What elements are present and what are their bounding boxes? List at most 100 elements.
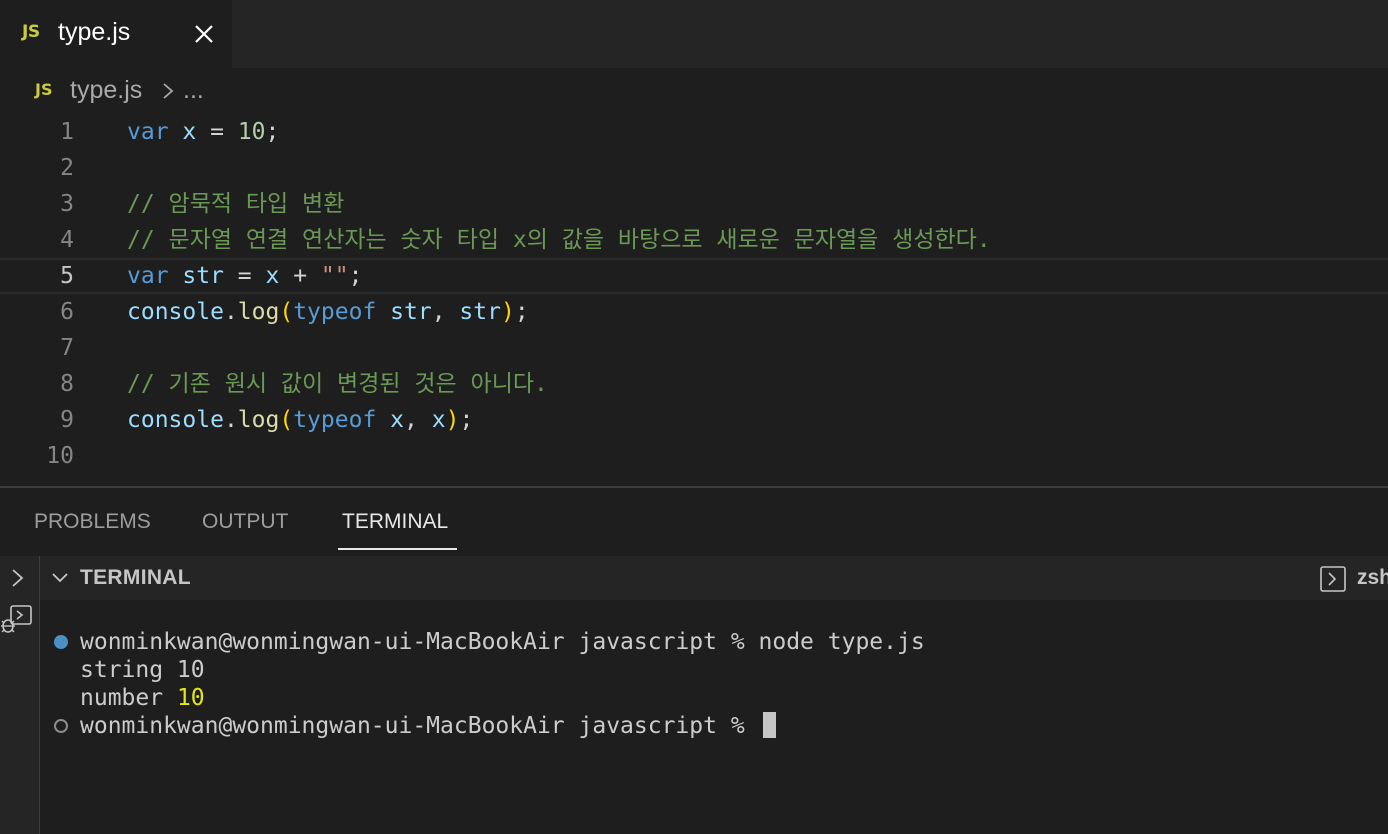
chevron-right-icon <box>163 83 174 99</box>
code-line[interactable]: 5 var str = x + ""; <box>0 258 1388 294</box>
js-file-icon: JS <box>35 80 53 99</box>
terminal-cursor <box>762 712 776 738</box>
code-token: log <box>237 299 280 325</box>
code-text: var x = 10; <box>127 114 279 150</box>
line-number: 1 <box>60 119 74 145</box>
code-text: var str = x + ""; <box>127 260 362 292</box>
code-token: , <box>431 299 460 325</box>
code-line[interactable]: 2 <box>0 150 1388 186</box>
terminal-header: TERMINAL zsh <box>40 556 1388 600</box>
line-number: 10 <box>46 443 74 469</box>
line-number: 9 <box>60 407 74 433</box>
code-token: ; <box>265 119 280 145</box>
code-token: . <box>223 407 238 433</box>
code-token: ; <box>348 263 363 289</box>
code-line[interactable]: 4 // 문자열 연결 연산자는 숫자 타입 x의 값을 바탕으로 새로운 문자열… <box>0 222 1388 258</box>
code-token: x <box>431 407 446 433</box>
terminal-line: number 10 <box>80 684 205 712</box>
code-token: log <box>237 407 280 433</box>
code-token: console <box>127 407 224 433</box>
code-token: typeof <box>293 407 377 433</box>
terminal-shell-label[interactable]: zsh <box>1357 566 1388 590</box>
code-token: // 기존 원시 값이 변경된 것은 아니다. <box>127 371 548 397</box>
code-line[interactable]: 7 <box>0 330 1388 366</box>
code-text: console.log(typeof x, x); <box>127 402 473 438</box>
code-token: typeof <box>293 299 377 325</box>
line-number: 7 <box>60 335 74 361</box>
line-number: 5 <box>60 263 74 289</box>
panel-side-strip <box>0 556 40 834</box>
line-number: 4 <box>60 227 74 253</box>
code-token: console <box>127 299 224 325</box>
tab-output[interactable]: OUTPUT <box>202 510 288 534</box>
tab-terminal[interactable]: TERMINAL <box>342 510 448 534</box>
chevron-right-icon[interactable] <box>6 566 28 590</box>
code-token: x <box>390 407 405 433</box>
code-token: var <box>127 119 169 145</box>
code-token: = <box>196 119 238 145</box>
code-token: + <box>279 263 321 289</box>
code-text: console.log(typeof str, str); <box>127 294 529 330</box>
code-token: var <box>127 263 169 289</box>
code-token: x <box>265 263 280 289</box>
close-icon[interactable] <box>190 20 218 48</box>
terminal-text: number <box>80 685 177 711</box>
command-pending-dot <box>54 719 68 733</box>
code-token: ; <box>514 299 529 325</box>
code-token: . <box>223 299 238 325</box>
active-tab-indicator <box>338 548 457 550</box>
terminal-line: wonminkwan@wonmingwan-ui-MacBookAir java… <box>80 629 925 655</box>
tab-type-js[interactable]: JS type.js <box>0 0 232 68</box>
terminal-body[interactable]: wonminkwan@wonmingwan-ui-MacBookAir java… <box>40 600 1388 834</box>
code-line[interactable]: 6 console.log(typeof str, str); <box>0 294 1388 330</box>
code-text: // 문자열 연결 연산자는 숫자 타입 x의 값을 바탕으로 새로운 문자열을… <box>127 222 991 258</box>
code-line[interactable]: 8 // 기존 원시 값이 변경된 것은 아니다. <box>0 366 1388 402</box>
code-token: x <box>182 119 197 145</box>
code-token: // 암묵적 타입 변환 <box>127 191 345 217</box>
terminal-prompt: wonminkwan@wonmingwan-ui-MacBookAir java… <box>80 713 759 739</box>
terminal-line: string 10 <box>80 657 205 683</box>
terminal-shell-icon[interactable] <box>1319 565 1347 593</box>
code-text: // 암묵적 타입 변환 <box>127 186 344 222</box>
line-number: 6 <box>60 299 74 325</box>
code-editor[interactable]: 1 var x = 10; 2 3 // 암묵적 타입 변환 4 // 문자열 연결 연산자… <box>0 114 1388 486</box>
code-token: ) <box>445 407 460 433</box>
panel-tab-bar: PROBLEMS OUTPUT TERMINAL <box>0 488 1388 556</box>
terminal-section-title[interactable]: TERMINAL <box>80 566 191 590</box>
code-text: // 기존 원시 값이 변경된 것은 아니다. <box>127 366 548 402</box>
debug-console-icon[interactable] <box>0 602 34 636</box>
code-line[interactable]: 9 console.log(typeof x, x); <box>0 402 1388 438</box>
breadcrumb-file[interactable]: type.js <box>70 76 142 105</box>
code-token: str <box>459 299 501 325</box>
code-token: // 문자열 연결 연산자는 숫자 타입 x의 값을 바탕으로 새로운 문자열을… <box>127 227 991 253</box>
terminal-number: 10 <box>176 685 205 711</box>
code-token: "" <box>320 263 349 289</box>
collapse-chevron-icon[interactable] <box>50 568 70 588</box>
code-line[interactable]: 3 // 암묵적 타입 변환 <box>0 186 1388 222</box>
tab-problems[interactable]: PROBLEMS <box>34 510 151 534</box>
code-token: ; <box>459 407 474 433</box>
breadcrumb: JS type.js ... <box>0 68 1388 114</box>
terminal-prompt-line: wonminkwan@wonmingwan-ui-MacBookAir java… <box>80 712 776 740</box>
code-token: 10 <box>237 119 266 145</box>
js-file-icon: JS <box>22 22 40 42</box>
line-number: 3 <box>60 191 74 217</box>
code-token: str <box>182 263 224 289</box>
code-token: str <box>390 299 432 325</box>
code-line[interactable]: 10 <box>0 438 1388 474</box>
code-token: ) <box>500 299 515 325</box>
breadcrumb-symbol[interactable]: ... <box>183 76 204 105</box>
tab-label: type.js <box>58 18 131 46</box>
line-number: 2 <box>60 155 74 181</box>
command-success-dot[interactable] <box>54 635 68 649</box>
code-token: , <box>404 407 432 433</box>
editor-tab-bar: JS type.js <box>0 0 1388 68</box>
code-line[interactable]: 1 var x = 10; <box>0 114 1388 150</box>
code-token: = <box>223 263 266 289</box>
line-number: 8 <box>60 371 74 397</box>
code-token: ( <box>279 407 294 433</box>
